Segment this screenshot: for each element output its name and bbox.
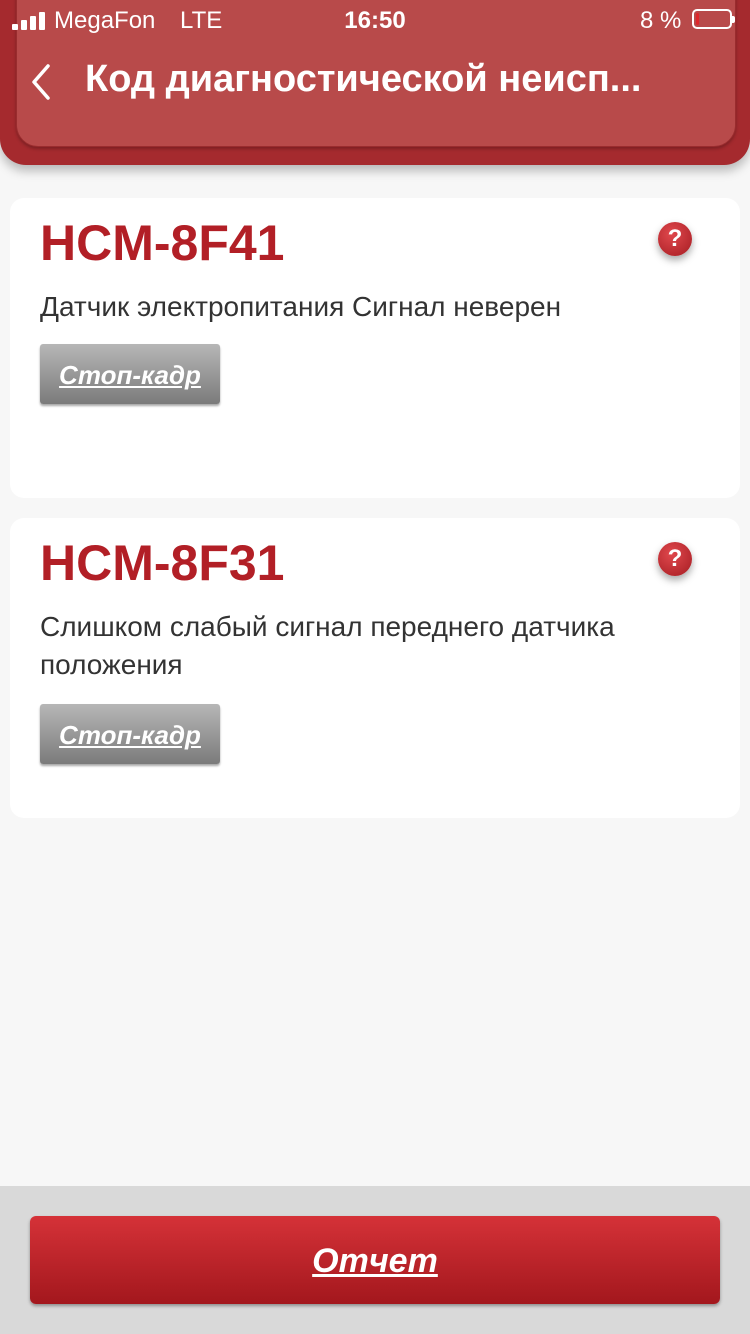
dtc-description: Слишком слабый сигнал переднего датчика … [40,611,615,680]
dtc-card: HCM-8F41 ? Датчик электропитания Сигнал … [10,198,740,498]
dtc-code: HCM-8F31 [40,535,285,591]
report-button[interactable]: Отчет [30,1216,720,1304]
dtc-code: HCM-8F41 [40,215,285,271]
battery-fill [696,13,699,25]
freeze-frame-button[interactable]: Стоп-кадр [40,344,220,404]
dtc-description: Датчик электропитания Сигнал неверен [40,291,562,322]
header: MegaFon LTE 16:50 8 % Код диагностическо… [0,0,750,165]
back-chevron-icon[interactable] [26,60,66,104]
status-bar: MegaFon LTE 16:50 8 % [0,0,750,40]
freeze-frame-button[interactable]: Стоп-кадр [40,704,220,764]
page-title: Код диагностической неисп... [85,58,642,100]
battery-percent: 8 % [640,7,682,34]
battery-icon [692,9,735,29]
clock: 16:50 [344,7,406,34]
bottom-bar: Отчет [0,1186,750,1334]
dtc-card: HCM-8F31 ? Слишком слабый сигнал передне… [10,518,740,818]
help-question-icon[interactable]: ? [658,542,692,576]
help-question-icon[interactable]: ? [658,222,692,256]
